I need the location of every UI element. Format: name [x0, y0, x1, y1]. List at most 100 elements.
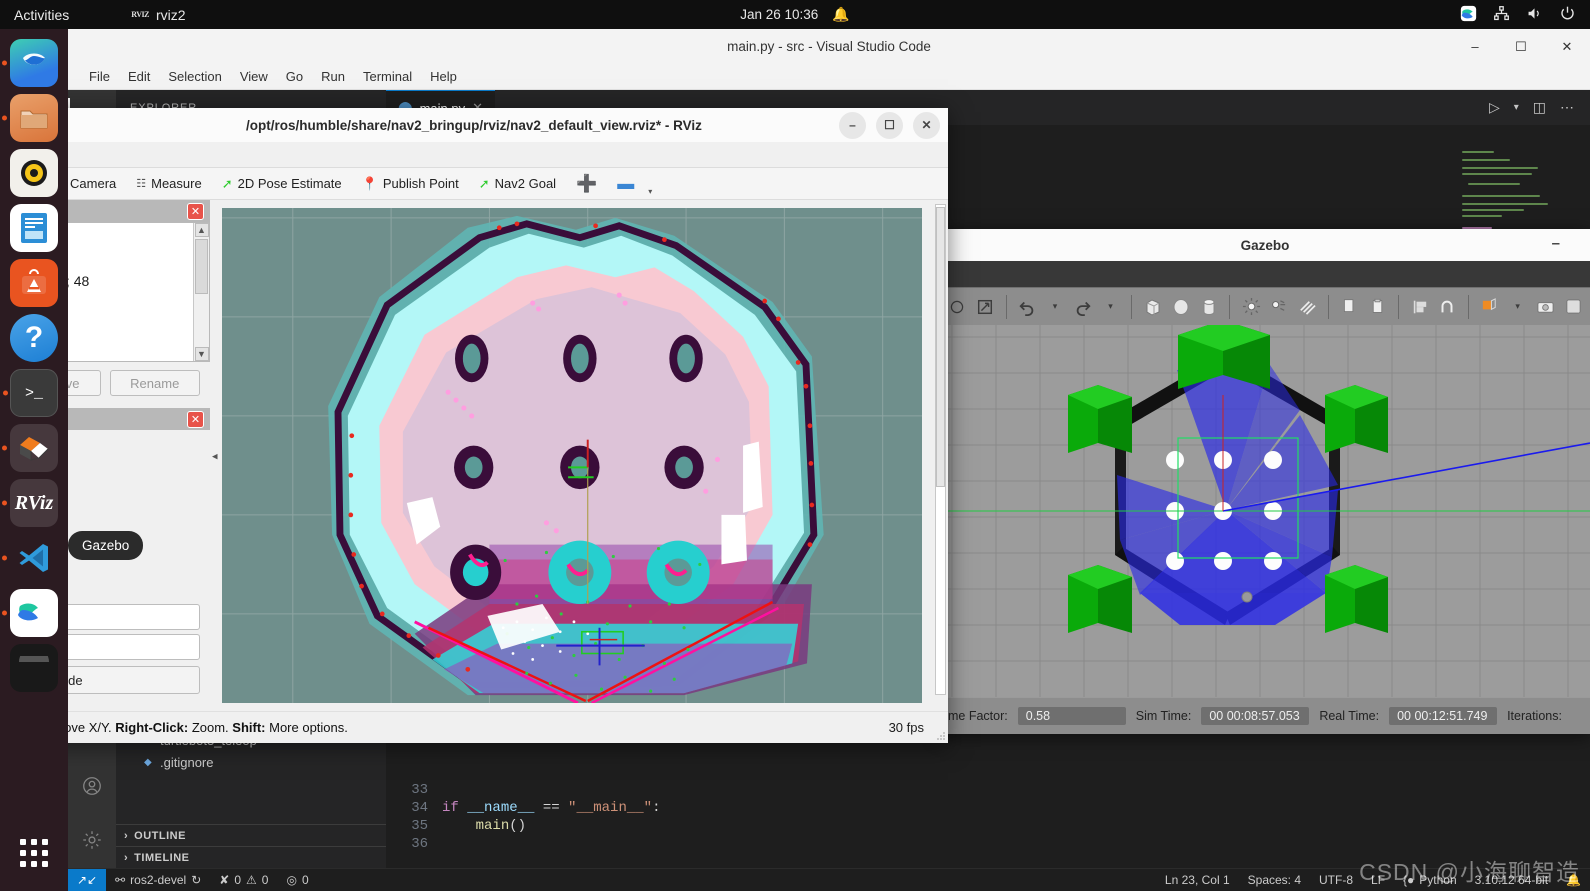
activities-button[interactable]: Activities [14, 7, 69, 23]
box-icon[interactable] [1142, 294, 1164, 320]
panel-close-icon[interactable]: ✕ [187, 410, 204, 428]
menu-help[interactable]: Help [421, 67, 466, 86]
sphere-icon[interactable] [1170, 294, 1192, 320]
rename-button[interactable]: Rename [109, 370, 200, 396]
cylinder-icon[interactable] [1198, 294, 1220, 320]
panel-collapse-handle[interactable]: ◂ [212, 449, 218, 462]
resize-grip[interactable] [936, 731, 946, 741]
tool-publish-point[interactable]: 📍 Publish Point [354, 173, 467, 195]
menu-terminal[interactable]: Terminal [354, 67, 421, 86]
spot-light-icon[interactable] [1268, 294, 1290, 320]
run-icon[interactable]: ▷ [1489, 99, 1500, 116]
dock-item-thunderbird[interactable] [2, 39, 58, 87]
rviz-window-controls: – ☐ ✕ [839, 108, 940, 142]
indentation[interactable]: Spaces: 4 [1239, 873, 1310, 887]
rviz-vertical-scrollbar[interactable] [935, 204, 946, 695]
align-icon[interactable] [1409, 294, 1431, 320]
dock-item-terminal[interactable]: >_ [3, 369, 58, 417]
source-control-branch[interactable]: ⚯ ros2-devel ↻ [106, 873, 210, 887]
encoding[interactable]: UTF-8 [1310, 873, 1362, 887]
tree-item-gitignore[interactable]: ◆ .gitignore [116, 751, 386, 773]
active-app-indicator[interactable]: RVIZ rviz2 [131, 7, 185, 23]
sync-icon[interactable]: ↻ [191, 873, 201, 887]
menu-edit[interactable]: Edit [119, 67, 159, 86]
scroll-down-icon[interactable]: ▼ [194, 347, 209, 361]
redo-dropdown-icon[interactable]: ▾ [1100, 294, 1122, 320]
rviz-maximize-button[interactable]: ☐ [876, 111, 903, 139]
timeline-section[interactable]: › TIMELINE [116, 846, 386, 868]
dock-item-amazon[interactable] [10, 644, 58, 692]
tool-2d-pose-estimate[interactable]: ➚ 2D Pose Estimate [214, 173, 350, 195]
grid-dot [20, 850, 26, 856]
tool-nav2-goal[interactable]: ➚ Nav2 Goal [471, 173, 564, 195]
remote-indicator[interactable]: ↗↙ [68, 868, 107, 891]
undo-dropdown-icon[interactable]: ▾ [1044, 294, 1066, 320]
view-angle-icon[interactable] [1479, 294, 1501, 320]
undo-icon[interactable] [1016, 294, 1038, 320]
directional-light-icon[interactable] [1296, 294, 1318, 320]
clock-area[interactable]: Jan 26 10:36 🔔 [740, 6, 850, 23]
screenshot-icon[interactable] [1535, 294, 1557, 320]
tool-remove[interactable]: ▬ [609, 171, 642, 197]
rviz-3d-viewport[interactable]: ◂ [210, 200, 934, 711]
scale-icon[interactable] [974, 294, 996, 320]
dock-item-gazebo[interactable] [2, 424, 58, 472]
scrollbar-thumb[interactable] [195, 239, 208, 294]
gear-icon[interactable] [68, 820, 116, 860]
problems-indicator[interactable]: ✘ 0 ⚠ 0 [210, 873, 277, 887]
rviz-map-canvas[interactable] [222, 208, 922, 703]
show-applications-button[interactable] [10, 829, 58, 877]
split-editor-icon[interactable]: ◫ [1533, 99, 1546, 116]
dock-item-vscode[interactable] [2, 534, 58, 582]
scrollbar-thumb[interactable] [936, 207, 945, 487]
dock-item-rhythmbox[interactable] [10, 149, 58, 197]
copy-icon[interactable] [1338, 294, 1360, 320]
dock-item-rviz[interactable]: RViz [2, 479, 58, 527]
log-icon[interactable] [1562, 294, 1584, 320]
network-icon[interactable] [1493, 5, 1510, 25]
tool-overflow[interactable]: ▾ [640, 184, 660, 199]
ports-indicator[interactable]: ◎ 0 [277, 873, 317, 887]
redo-icon[interactable] [1072, 294, 1094, 320]
menu-file[interactable]: File [80, 67, 119, 86]
panel-close-icon[interactable]: ✕ [187, 202, 204, 220]
vscode-maximize-button[interactable]: ☐ [1498, 29, 1544, 64]
select-mode-icon[interactable] [946, 294, 968, 320]
gazebo-3d-viewport[interactable] [940, 325, 1590, 698]
scroll-up-icon[interactable]: ▲ [194, 223, 209, 237]
dock-item-libreoffice-writer[interactable] [10, 204, 58, 252]
dock-item-ubuntu-software[interactable] [10, 259, 58, 307]
dock-item-files[interactable] [2, 94, 58, 142]
csdn-watermark: CSDN @小海聊智造 [1359, 859, 1580, 885]
vscode-minimize-button[interactable]: – [1452, 29, 1498, 64]
menu-run[interactable]: Run [312, 67, 354, 86]
snap-icon[interactable] [1436, 294, 1458, 320]
menu-selection[interactable]: Selection [159, 67, 230, 86]
menu-go[interactable]: Go [277, 67, 312, 86]
view-angle-dropdown-icon[interactable]: ▾ [1507, 294, 1529, 320]
power-icon[interactable] [1559, 5, 1576, 25]
dock-item-thunderbird-2[interactable] [2, 589, 58, 637]
point-light-icon[interactable] [1240, 294, 1262, 320]
sim-time-value: 00 00:08:57.053 [1201, 707, 1310, 725]
displays-scrollbar[interactable]: ▲ ▼ [193, 223, 209, 361]
volume-icon[interactable] [1526, 5, 1543, 25]
rviz-close-button[interactable]: ✕ [913, 111, 940, 139]
outline-section[interactable]: › OUTLINE [116, 824, 386, 846]
dock-item-help[interactable]: ? [10, 314, 58, 362]
thunderbird-tray-icon[interactable] [1460, 5, 1477, 25]
menu-view[interactable]: View [231, 67, 277, 86]
tool-measure[interactable]: ☷ Measure [128, 173, 209, 194]
vscode-close-button[interactable]: ✕ [1544, 29, 1590, 64]
rviz-minimize-button[interactable]: – [839, 111, 866, 139]
gazebo-minimize-button[interactable]: – [1552, 235, 1560, 252]
cursor-position[interactable]: Ln 23, Col 1 [1156, 873, 1239, 887]
more-actions-icon[interactable]: ⋯ [1560, 99, 1574, 116]
accounts-icon[interactable] [68, 766, 116, 806]
chevron-down-icon[interactable]: ▾ [1514, 102, 1519, 113]
gazebo-statusbar: me Factor: 0.58 Sim Time: 00 00:08:57.05… [940, 698, 1590, 734]
paste-icon[interactable] [1366, 294, 1388, 320]
rviz-title: /opt/ros/humble/share/nav2_bringup/rviz/… [246, 117, 702, 133]
tool-add[interactable]: ➕ [568, 171, 605, 197]
